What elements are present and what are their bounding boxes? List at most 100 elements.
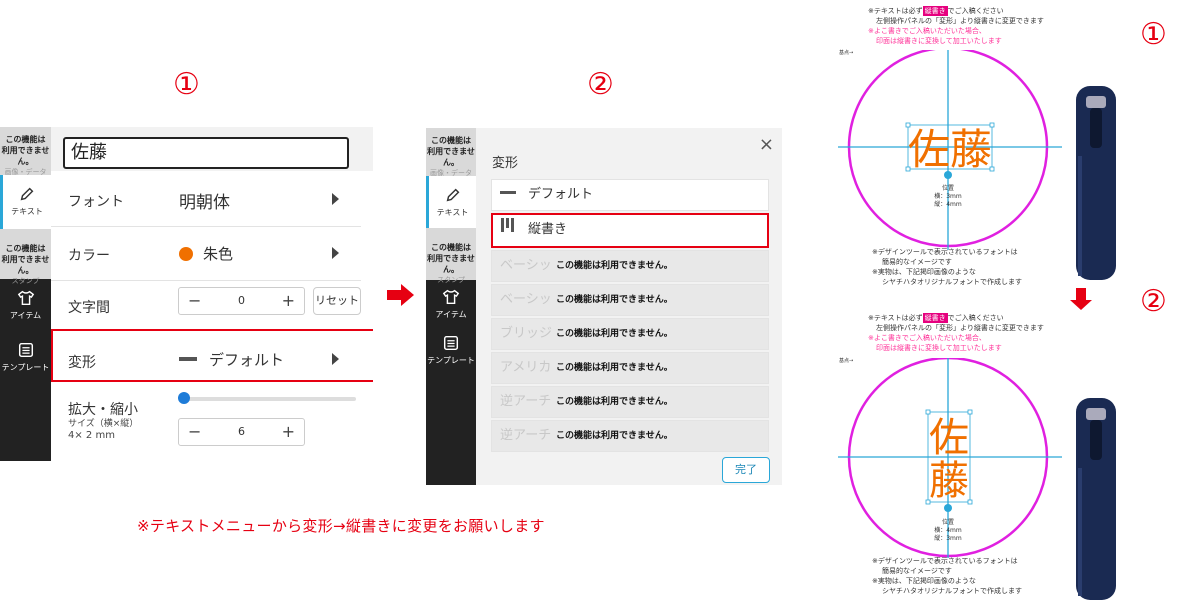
transform-panel: この機能は 利用できません。 画像・データ テキスト この機能は 利用できません… (426, 128, 782, 485)
chevron-right-icon (332, 193, 339, 205)
spacing-value: 0 (238, 294, 245, 307)
sidebar-item-template[interactable]: テンプレート (0, 341, 51, 389)
option-label: ベーシッ (500, 258, 552, 273)
blocked-message: この機能は 利用できません。 (1, 244, 50, 275)
instr-warning: ※よこ書きでご入稿いただいた場合、 (868, 27, 986, 35)
sidebar-item-template[interactable]: テンプレート (426, 334, 476, 382)
sidebar-item-text[interactable]: テキスト (426, 176, 476, 228)
position-v: 縦：4mm (934, 200, 962, 208)
disabled-message: この機能は利用できません。 (556, 431, 673, 441)
step-number-2: ② (587, 67, 614, 102)
instr-text: ※テキストは必ず (868, 7, 923, 15)
instr-warning: 印面は縦書きに変換して加工いたします (876, 37, 1002, 45)
close-icon[interactable]: × (759, 134, 774, 155)
minus-icon[interactable]: − (188, 419, 201, 445)
option-disabled: アメリカ この機能は利用できません。 (491, 352, 769, 384)
sidebar-blocked-stamp: この機能は 利用できません。 スタンプ (0, 229, 51, 285)
instr-text: でご入稿ください (947, 7, 1004, 15)
note-text: ※実物は、下記掲印画像のような (872, 268, 976, 276)
chevron-right-icon (332, 247, 339, 259)
plus-icon[interactable]: + (282, 288, 295, 314)
instr-text: 左側操作パネルの「変形」より縦書きに変更できます (876, 17, 1044, 25)
instruction-caption: ※テキストメニューから変形→縦書きに変更をお願いします (137, 517, 545, 535)
color-value-wrap: 朱色 (179, 243, 233, 264)
note-text: ※デザインツールで表示されているフォントは (872, 248, 1018, 256)
note-text: シヤチハタオリジナルフォントで作成します (882, 278, 1022, 286)
position-title: 位置 (942, 518, 954, 526)
option-disabled: ブリッジ この機能は利用できません。 (491, 318, 769, 350)
arrow-down-icon (1070, 288, 1092, 310)
selection-handle (925, 409, 931, 415)
pencil-icon (20, 187, 34, 201)
position-v: 縦：3mm (934, 534, 962, 542)
step-number-1: ① (173, 67, 200, 102)
done-button[interactable]: 完了 (722, 457, 770, 483)
preview-instructions-1: ※テキストは必ず 縦書き でご入稿ください 左側操作パネルの「変形」より縦書きに変更… (868, 6, 1044, 46)
option-disabled: ベーシッ この機能は利用できません。 (491, 250, 769, 282)
reset-button[interactable]: リセット (313, 287, 361, 315)
scale-label: 拡大・縮小 (68, 402, 138, 418)
option-disabled: ベーシッ この機能は利用できません。 (491, 284, 769, 316)
option-vertical[interactable]: 縦書き (491, 213, 769, 248)
option-disabled: 逆アーチ この機能は利用できません。 (491, 420, 769, 452)
sidebar-item-label: テンプレート (427, 356, 475, 365)
sidebar-item-label: アイテム (9, 311, 42, 320)
note-text: 簡易的なイメージです (882, 258, 952, 266)
option-label: 縦書き (528, 222, 568, 237)
stamp-preview-vertical: 佐 藤 位置 横：4mm 縦：3mm (838, 358, 1062, 558)
option-label: 逆アーチ (500, 394, 552, 409)
sidebar-item-item[interactable]: アイテム (0, 289, 51, 337)
panel-title: 変形 (492, 156, 519, 171)
size-stepper[interactable]: − 6 + (178, 418, 305, 446)
transform-highlight (51, 329, 373, 382)
option-label: アメリカ (500, 360, 552, 375)
preview-step-number-1: ① (1140, 17, 1167, 52)
blocked-message: この機能は 利用できません。 (427, 243, 475, 274)
scale-slider[interactable] (184, 397, 356, 401)
sidebar-item-label: テキスト (436, 208, 469, 217)
spacing-row: 文字間 − 0 + リセット (51, 275, 361, 329)
instr-text: ※テキストは必ず (868, 314, 923, 322)
option-default[interactable]: デフォルト (491, 179, 769, 211)
size-note: サイズ（横×縦） 4× 2 mm (68, 419, 138, 441)
scale-slider-knob[interactable] (178, 392, 190, 404)
color-label: カラー (68, 248, 110, 264)
stamp-char-1: 佐 (929, 415, 969, 461)
font-row[interactable]: フォント 明朝体 (51, 173, 361, 227)
option-label: ベーシッ (500, 292, 552, 307)
sidebar-item-text[interactable]: テキスト (0, 175, 51, 229)
note-text: 簡易的なイメージです (882, 567, 952, 575)
minus-icon[interactable]: − (188, 288, 201, 314)
tshirt-icon (17, 290, 34, 306)
list-icon (18, 342, 33, 358)
color-swatch (179, 247, 193, 261)
instr-highlight: 縦書き (922, 6, 948, 16)
font-value: 明朝体 (179, 193, 230, 213)
instr-text: 左側操作パネルの「変形」より縦書きに変更できます (876, 324, 1044, 332)
text-input[interactable]: 佐藤 (63, 137, 349, 169)
sidebar-item-label: テキスト (11, 207, 43, 216)
blocked-ghost-label: スタンプ (437, 276, 465, 284)
stamp-char-2: 藤 (929, 458, 969, 504)
color-value: 朱色 (203, 245, 234, 263)
stamp-preview-horizontal: 佐藤 位置 横：3mm 縦：4mm (838, 50, 1062, 250)
sidebar-blocked-stamp: この機能は 利用できません。 スタンプ (426, 228, 476, 284)
spacing-stepper[interactable]: − 0 + (178, 287, 305, 315)
tshirt-icon (442, 289, 460, 305)
selection-handle (967, 409, 973, 415)
disabled-message: この機能は利用できません。 (556, 295, 673, 305)
position-h: 横：3mm (934, 192, 962, 200)
sidebar-item-item[interactable]: アイテム (426, 288, 476, 336)
instr-warning: ※よこ書きでご入稿いただいた場合、 (868, 334, 986, 342)
plus-icon[interactable]: + (282, 419, 295, 445)
preview-step-number-2: ② (1140, 284, 1167, 319)
list-icon (443, 335, 459, 351)
preview-instructions-2: ※テキストは必ず 縦書き でご入稿ください 左側操作パネルの「変形」より縦書きに変更… (868, 313, 1044, 353)
option-disabled: 逆アーチ この機能は利用できません。 (491, 386, 769, 418)
color-row[interactable]: カラー 朱色 (51, 227, 361, 281)
transform-options: 変形 × デフォルト 縦書き ベーシッ この機能は利用できません。 ベーシッ この機… (476, 128, 782, 485)
stamp-text: 佐藤 (908, 125, 992, 174)
stamp-pen-image (1076, 398, 1116, 600)
dash-icon (500, 191, 516, 194)
text-settings: 佐藤 フォント 明朝体 カラー 朱色 文字間 − 0 + リセット 変形 デフォ… (51, 127, 373, 461)
